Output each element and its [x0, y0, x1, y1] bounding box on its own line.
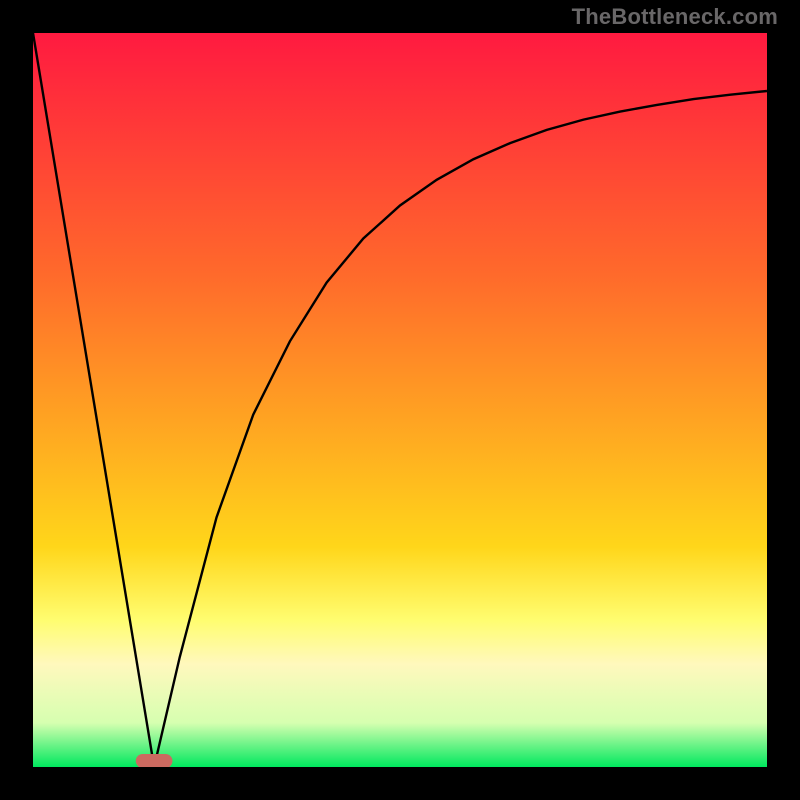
- minimum-marker: [136, 754, 173, 767]
- chart-plot: [33, 33, 767, 767]
- chart-frame: TheBottleneck.com: [0, 0, 800, 800]
- gradient-background: [33, 33, 767, 767]
- watermark-text: TheBottleneck.com: [572, 4, 778, 30]
